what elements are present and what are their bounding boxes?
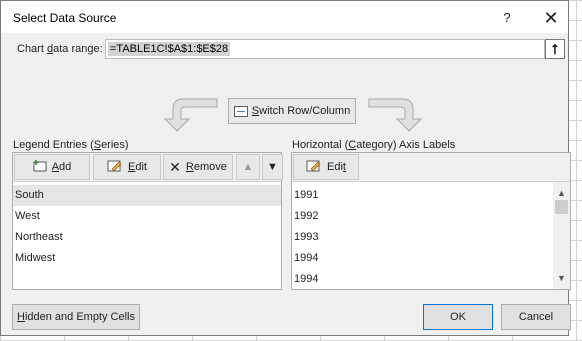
edit-axis-labels-button[interactable]: Edit xyxy=(293,154,359,180)
legend-entries-label: Legend Entries (Series) xyxy=(13,139,129,151)
chart-data-range-label: Chart data range: xyxy=(17,43,103,55)
hidden-empty-cells-label: Hidden and Empty Cells xyxy=(16,311,135,323)
select-data-source-dialog: Select Data Source ? ✕ Chart data range:… xyxy=(0,0,571,336)
add-series-label: Add xyxy=(51,161,72,173)
edit-series-button[interactable]: Edit xyxy=(93,154,161,180)
series-item-midwest[interactable]: Midwest xyxy=(13,248,281,269)
axis-labels-panel: Edit 1991 1992 1993 1994 1994 ▲ ▼ xyxy=(291,152,571,290)
dialog-titlebar: Select Data Source ? ✕ xyxy=(1,1,568,33)
category-item[interactable]: 1994 xyxy=(292,269,552,290)
legend-toolbar: Add Edit ✕ Remove ▲ ▼ xyxy=(13,153,283,182)
axis-labels-label: Horizontal (Category) Axis Labels xyxy=(292,139,456,151)
up-arrow-icon: ⭡ xyxy=(551,41,559,57)
collapse-dialog-button[interactable]: ⭡ xyxy=(545,39,565,59)
category-item[interactable]: 1993 xyxy=(292,227,552,248)
hidden-empty-cells-button[interactable]: Hidden and Empty Cells xyxy=(12,304,140,330)
switch-row-column-label: Switch Row/Column xyxy=(251,105,351,117)
triangle-up-icon: ▲ xyxy=(242,161,254,173)
axis-toolbar: Edit xyxy=(292,153,570,182)
add-icon xyxy=(33,159,47,175)
scroll-thumb[interactable] xyxy=(555,200,568,214)
chart-data-range-value: =TABLE1C!$A$1:$E$28 xyxy=(108,42,231,56)
remove-series-button[interactable]: ✕ Remove xyxy=(163,154,233,180)
category-item[interactable]: 1992 xyxy=(292,206,552,227)
close-button[interactable]: ✕ xyxy=(539,7,563,29)
switch-row-column-icon xyxy=(233,105,248,117)
category-scrollbar[interactable]: ▲ ▼ xyxy=(553,182,570,289)
category-item[interactable]: 1994 xyxy=(292,248,552,269)
category-list: 1991 1992 1993 1994 1994 xyxy=(292,185,552,290)
edit-icon xyxy=(107,160,123,175)
series-item-northeast[interactable]: Northeast xyxy=(13,227,281,248)
add-series-button[interactable]: Add xyxy=(14,154,90,180)
edit-icon xyxy=(306,160,322,175)
triangle-down-icon: ▼ xyxy=(267,161,278,173)
category-item[interactable]: 1991 xyxy=(292,185,552,206)
series-item-west[interactable]: West xyxy=(13,206,281,227)
edit-axis-labels-label: Edit xyxy=(327,161,346,173)
series-item-south[interactable]: South xyxy=(13,185,281,206)
cancel-button[interactable]: Cancel xyxy=(501,304,571,330)
series-list: South West Northeast Midwest xyxy=(13,185,281,269)
remove-series-label: Remove xyxy=(185,161,227,173)
ok-button[interactable]: OK xyxy=(423,304,493,330)
move-down-button[interactable]: ▼ xyxy=(262,154,283,180)
legend-entries-panel: Add Edit ✕ Remove ▲ ▼ South West Northea xyxy=(12,152,283,290)
left-curved-arrow-icon xyxy=(163,98,218,132)
help-button[interactable]: ? xyxy=(497,8,517,28)
switch-row-column-button[interactable]: Switch Row/Column xyxy=(228,98,356,124)
scroll-down-icon[interactable]: ▼ xyxy=(553,270,570,286)
dialog-title: Select Data Source xyxy=(13,11,117,25)
edit-series-label: Edit xyxy=(128,161,147,173)
right-curved-arrow-icon xyxy=(368,98,423,132)
scroll-up-icon[interactable]: ▲ xyxy=(553,185,570,201)
chart-data-range-input[interactable]: =TABLE1C!$A$1:$E$28 xyxy=(105,39,545,59)
remove-x-icon: ✕ xyxy=(169,158,181,175)
move-up-button[interactable]: ▲ xyxy=(236,154,260,180)
